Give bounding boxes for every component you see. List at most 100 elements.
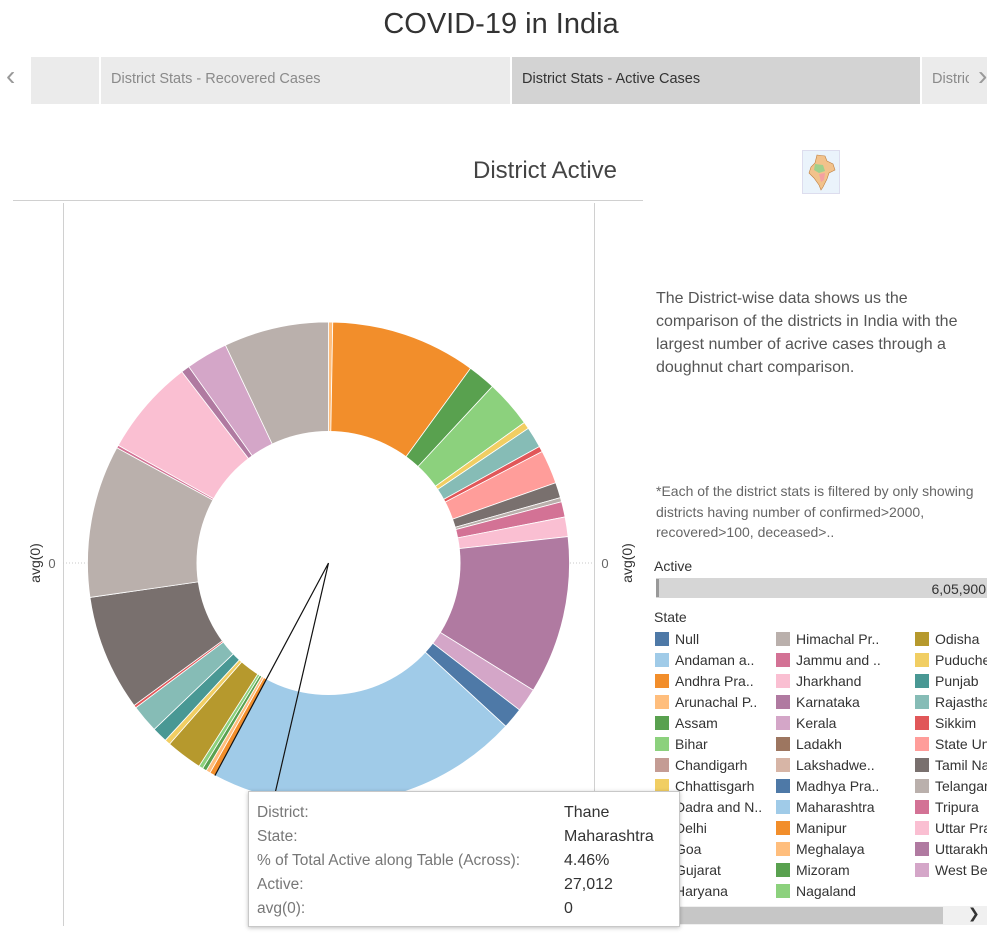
legend-label: Madhya Pra.. bbox=[796, 778, 880, 794]
tooltip-value-active: 27,012 bbox=[564, 876, 613, 893]
legend-swatch bbox=[915, 653, 929, 667]
right-axis-tick: 0 bbox=[601, 556, 608, 571]
tooltip-value-district: Thane bbox=[564, 804, 610, 821]
legend-label: Tamil Nadu bbox=[935, 757, 987, 773]
legend-label: Nagaland bbox=[796, 883, 856, 899]
legend-item[interactable]: Nagaland bbox=[776, 882, 856, 903]
legend-label: Kerala bbox=[796, 715, 837, 731]
active-filter-title: Active bbox=[654, 558, 693, 574]
legend-label: Chandigarh bbox=[675, 757, 748, 773]
legend-item[interactable]: Jharkhand bbox=[776, 672, 861, 693]
legend-label: Uttar Pradesh bbox=[935, 820, 987, 836]
legend-item[interactable]: Lakshadwe.. bbox=[776, 756, 875, 777]
legend-item[interactable]: Puducherry bbox=[915, 651, 987, 672]
legend-swatch bbox=[915, 695, 929, 709]
legend-item[interactable]: Telangana bbox=[915, 777, 987, 798]
legend-item[interactable]: Sikkim bbox=[915, 714, 976, 735]
legend-item[interactable]: Meghalaya bbox=[776, 840, 865, 861]
legend-swatch bbox=[915, 842, 929, 856]
state-legend-title: State bbox=[654, 609, 687, 625]
tabs-prev-arrow-icon[interactable]: ‹ bbox=[6, 60, 15, 92]
legend-swatch bbox=[776, 632, 790, 646]
legend-item[interactable]: Arunachal P.. bbox=[655, 693, 757, 714]
legend-item[interactable]: Tamil Nadu bbox=[915, 756, 987, 777]
legend-item[interactable]: Karnataka bbox=[776, 693, 860, 714]
tooltip-value-percent: 4.46% bbox=[564, 852, 610, 869]
legend-swatch bbox=[655, 737, 669, 751]
legend-swatch bbox=[776, 695, 790, 709]
slice-tooltip: District: Thane State: Maharashtra % of … bbox=[248, 791, 680, 927]
legend-swatch bbox=[655, 716, 669, 730]
legend-item[interactable]: Uttarakhand bbox=[915, 840, 987, 861]
legend-item[interactable]: Madhya Pra.. bbox=[776, 777, 879, 798]
legend-swatch bbox=[915, 674, 929, 688]
india-map-icon[interactable] bbox=[802, 150, 840, 194]
legend-swatch bbox=[655, 674, 669, 688]
legend-item[interactable]: State Unassigned bbox=[915, 735, 987, 756]
legend-item[interactable]: Uttar Pradesh bbox=[915, 819, 987, 840]
legend-label: Manipur bbox=[796, 820, 847, 836]
legend-label: Maharashtra bbox=[796, 799, 875, 815]
legend-item[interactable]: Maharashtra bbox=[776, 798, 875, 819]
legend-item[interactable]: Assam bbox=[655, 714, 718, 735]
legend-label: Meghalaya bbox=[796, 841, 865, 857]
legend-item[interactable]: Rajasthan bbox=[915, 693, 987, 714]
left-axis-tick: 0 bbox=[48, 556, 55, 571]
legend-item[interactable]: Andhra Pra.. bbox=[655, 672, 754, 693]
legend-label: West Bengal bbox=[935, 862, 987, 878]
legend-label: Rajasthan bbox=[935, 694, 987, 710]
legend-label: Andhra Pra.. bbox=[675, 673, 754, 689]
legend-label: Null bbox=[675, 631, 700, 647]
legend-label: Mizoram bbox=[796, 862, 850, 878]
legend-swatch bbox=[776, 779, 790, 793]
legend-scrollbar-thumb[interactable] bbox=[680, 907, 943, 924]
legend-item[interactable]: Manipur bbox=[776, 819, 847, 840]
legend-item[interactable]: Himachal Pr.. bbox=[776, 630, 879, 651]
legend-item[interactable]: West Bengal bbox=[915, 861, 987, 882]
legend-label: State Unassigned bbox=[935, 736, 987, 752]
legend-label: Puducherry bbox=[935, 652, 987, 668]
state-legend: Null Andaman a.. Andhra Pra.. Arunachal P..… bbox=[655, 630, 987, 905]
right-axis-label: avg(0) bbox=[619, 543, 635, 583]
legend-swatch bbox=[915, 779, 929, 793]
tab-district-deceased[interactable]: District Stats - Deceased Cases bbox=[922, 57, 969, 104]
legend-swatch bbox=[655, 632, 669, 646]
legend-label: Bihar bbox=[675, 736, 708, 752]
legend-swatch bbox=[776, 674, 790, 688]
legend-item[interactable]: Tripura bbox=[915, 798, 979, 819]
tooltip-value-avg: 0 bbox=[564, 900, 573, 917]
scroll-right-arrow-icon[interactable]: ❯ bbox=[968, 905, 980, 922]
legend-label: Jharkhand bbox=[796, 673, 862, 689]
legend-label: Sikkim bbox=[935, 715, 977, 731]
tab-district-recovered[interactable]: District Stats - Recovered Cases bbox=[101, 57, 510, 104]
legend-label: Jammu and .. bbox=[796, 652, 881, 668]
legend-label: Tripura bbox=[935, 799, 979, 815]
legend-item[interactable]: Mizoram bbox=[776, 861, 850, 882]
legend-item[interactable]: Chandigarh bbox=[655, 756, 747, 777]
legend-item[interactable]: Ladakh bbox=[776, 735, 842, 756]
tab-district-active[interactable]: District Stats - Active Cases bbox=[512, 57, 920, 104]
tab-previous[interactable] bbox=[31, 57, 99, 104]
legend-item[interactable]: Null bbox=[655, 630, 699, 651]
legend-swatch bbox=[776, 716, 790, 730]
legend-item[interactable]: Jammu and .. bbox=[776, 651, 881, 672]
legend-label: Assam bbox=[675, 715, 718, 731]
legend-swatch bbox=[915, 716, 929, 730]
tabs-next-arrow-icon[interactable]: › bbox=[978, 60, 987, 92]
legend-item[interactable]: Kerala bbox=[776, 714, 836, 735]
legend-swatch bbox=[776, 821, 790, 835]
description-text: The District-wise data shows us the comp… bbox=[656, 290, 958, 376]
legend-swatch bbox=[915, 737, 929, 751]
legend-label: Lakshadwe.. bbox=[796, 757, 875, 773]
legend-swatch bbox=[655, 695, 669, 709]
legend-label: Arunachal P.. bbox=[675, 694, 758, 710]
legend-item[interactable]: Punjab bbox=[915, 672, 979, 693]
legend-item[interactable]: Andaman a.. bbox=[655, 651, 754, 672]
legend-item[interactable]: Bihar bbox=[655, 735, 708, 756]
legend-swatch bbox=[655, 758, 669, 772]
page-title: COVID-19 in India bbox=[383, 8, 619, 40]
chart-title: District Active bbox=[473, 157, 618, 184]
legend-swatch bbox=[915, 800, 929, 814]
legend-swatch bbox=[776, 842, 790, 856]
legend-item[interactable]: Odisha bbox=[915, 630, 979, 651]
